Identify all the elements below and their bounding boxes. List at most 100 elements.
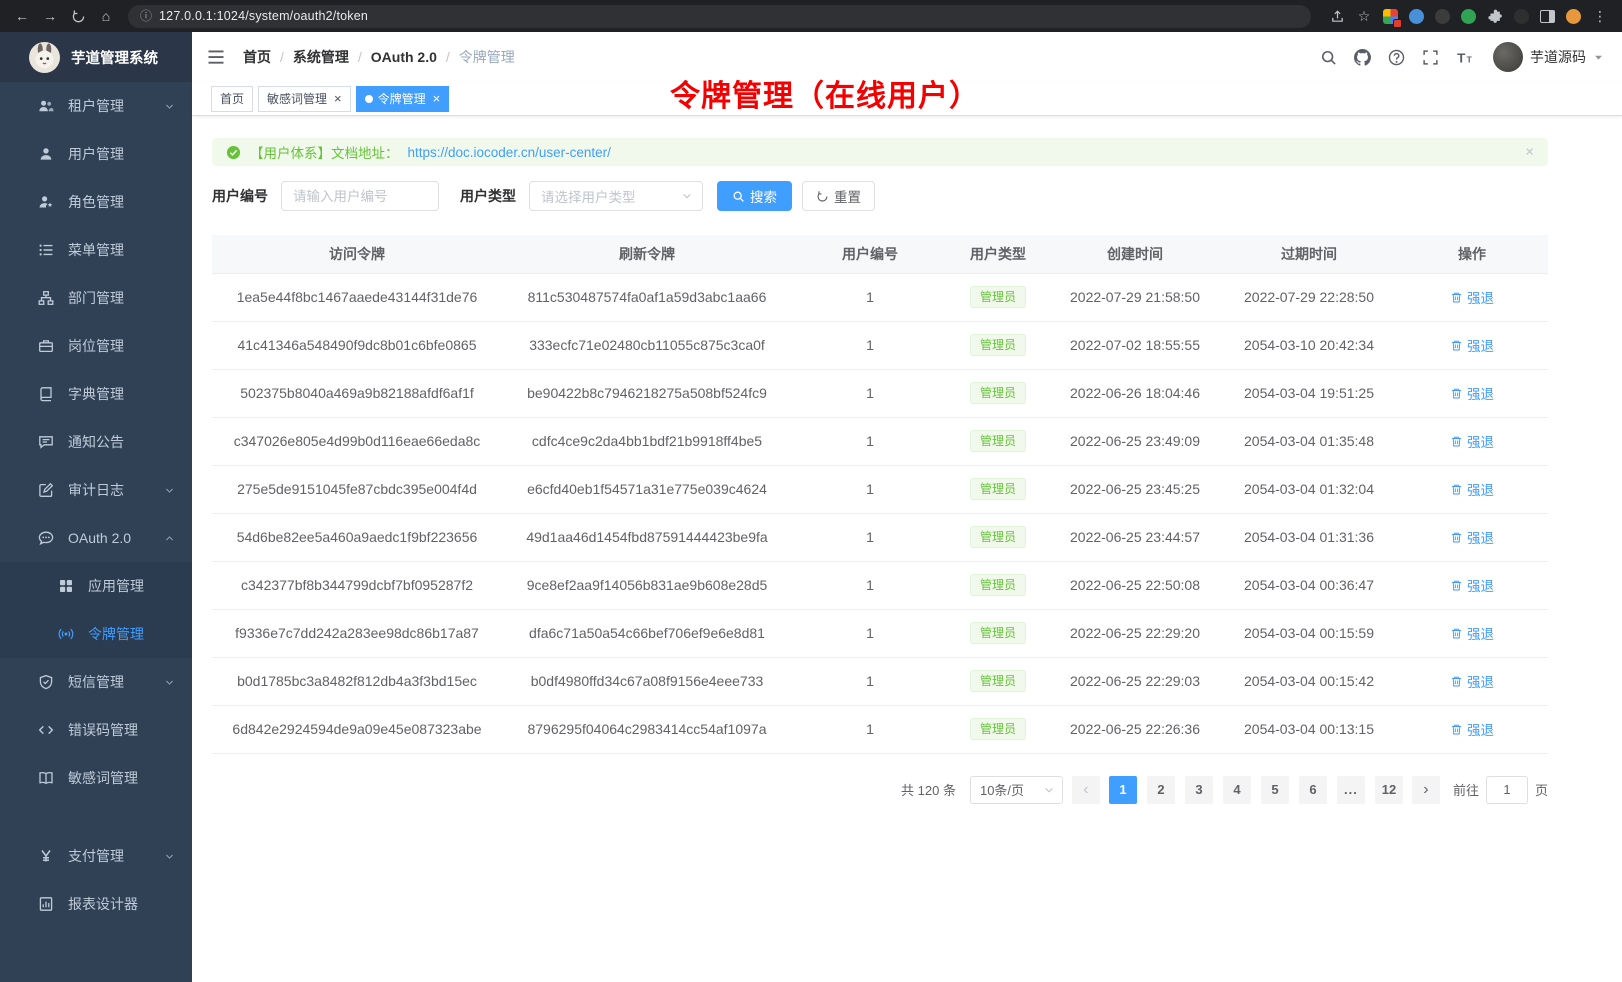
cell-refresh-token: b0df4980ffd34c67a08f9156e4eee733 <box>502 657 792 705</box>
extension-dark-icon[interactable] <box>1435 9 1450 24</box>
extensions-grid-icon[interactable] <box>1383 9 1398 24</box>
cell-access-token: f9336e7c7dd242a283ee98dc86b17a87 <box>212 609 502 657</box>
breadcrumb-item[interactable]: OAuth 2.0 <box>371 49 437 65</box>
force-logout-label: 强退 <box>1467 527 1494 547</box>
sidebar-item-dict[interactable]: 字典管理 <box>0 370 192 418</box>
user-type-badge: 管理员 <box>970 334 1026 356</box>
force-logout-button[interactable]: 强退 <box>1450 575 1494 595</box>
split-view-icon[interactable] <box>1540 10 1555 23</box>
force-logout-button[interactable]: 强退 <box>1450 623 1494 643</box>
page-button[interactable]: 2 <box>1147 776 1175 804</box>
browser-address-bar[interactable]: ⓘ 127.0.0.1:1024/system/oauth2/token <box>128 5 1311 28</box>
force-logout-button[interactable]: 强退 <box>1450 479 1494 499</box>
force-logout-button[interactable]: 强退 <box>1450 671 1494 691</box>
extension-blue-icon[interactable] <box>1409 9 1424 24</box>
delete-icon <box>1450 579 1463 592</box>
browser-menu-icon[interactable]: ⋮ <box>1592 8 1608 24</box>
goto-page-input[interactable] <box>1486 776 1528 804</box>
sidebar-item-app[interactable]: 应用管理 <box>0 562 192 610</box>
app-logo[interactable]: 芋道管理系统 <box>0 32 192 82</box>
force-logout-button[interactable]: 强退 <box>1450 287 1494 307</box>
browser-back-button[interactable]: ← <box>10 4 34 28</box>
sidebar-item-notice[interactable]: 通知公告 <box>0 418 192 466</box>
browser-profile-avatar[interactable] <box>1566 9 1581 24</box>
sidebar-item-report[interactable]: 报表设计器 <box>0 880 192 928</box>
page-button[interactable]: 3 <box>1185 776 1213 804</box>
page-button[interactable]: 1 <box>1109 776 1137 804</box>
user-type-select[interactable]: 请选择用户类型 <box>529 181 703 211</box>
caret-down-icon <box>1593 52 1604 63</box>
sidebar-item-post[interactable]: 岗位管理 <box>0 322 192 370</box>
force-logout-button[interactable]: 强退 <box>1450 431 1494 451</box>
extension-claw-icon[interactable] <box>1514 9 1529 24</box>
sidebar-item-menu[interactable]: 菜单管理 <box>0 226 192 274</box>
chevron-up-icon <box>164 533 175 544</box>
tab-item[interactable]: 首页 <box>211 86 253 112</box>
browser-forward-button[interactable]: → <box>38 4 62 28</box>
sidebar-item-dept[interactable]: 部门管理 <box>0 274 192 322</box>
site-info-icon[interactable]: ⓘ <box>140 10 152 22</box>
cell-user-id: 1 <box>792 609 948 657</box>
sidebar-toggle-button[interactable] <box>206 47 226 67</box>
sidebar-item-sms[interactable]: 短信管理 <box>0 658 192 706</box>
page-button[interactable]: 4 <box>1223 776 1251 804</box>
share-icon[interactable] <box>1329 8 1345 24</box>
breadcrumb-separator: / <box>358 49 362 65</box>
force-logout-label: 强退 <box>1467 431 1494 451</box>
page-ellipsis[interactable]: ... <box>1337 776 1365 804</box>
browser-home-button[interactable]: ⌂ <box>94 4 118 28</box>
breadcrumb-item[interactable]: 首页 <box>243 47 271 67</box>
search-icon[interactable] <box>1320 49 1337 66</box>
page-button[interactable]: 12 <box>1375 776 1403 804</box>
force-logout-label: 强退 <box>1467 719 1494 739</box>
page-button[interactable]: 6 <box>1299 776 1327 804</box>
sidebar-item-oauth[interactable]: OAuth 2.0 <box>0 514 192 562</box>
sidebar-item-log[interactable]: 审计日志 <box>0 466 192 514</box>
user-id-input[interactable] <box>281 181 439 211</box>
alert-doc-link[interactable]: https://doc.iocoder.cn/user-center/ <box>408 145 611 160</box>
cell-actions: 强退 <box>1396 417 1548 465</box>
user-type-badge: 管理员 <box>970 430 1026 452</box>
table-header-row: 访问令牌刷新令牌用户编号用户类型创建时间过期时间操作 <box>212 235 1548 273</box>
prev-page-button[interactable]: ‹ <box>1072 776 1100 804</box>
user-menu[interactable]: 芋道源码 <box>1493 42 1604 72</box>
github-icon[interactable] <box>1354 49 1371 66</box>
tab-item[interactable]: 敏感词管理× <box>258 86 351 112</box>
tab-label: 令牌管理 <box>378 90 426 107</box>
sidebar-item-tenant[interactable]: 租户管理 <box>0 82 192 130</box>
sidebar-item-errcode[interactable]: 错误码管理 <box>0 706 192 754</box>
bookmark-star-icon[interactable]: ☆ <box>1356 8 1372 24</box>
force-logout-button[interactable]: 强退 <box>1450 335 1494 355</box>
sidebar-item-pay[interactable]: 支付管理 <box>0 832 192 880</box>
tab-item[interactable]: 令牌管理 × <box>356 86 450 112</box>
pagination: 共 120 条 10条/页 ‹ 123456...12 › 前往 页 <box>212 776 1548 804</box>
cell-user-type: 管理员 <box>948 609 1048 657</box>
close-icon[interactable]: × <box>433 92 441 105</box>
chevron-down-icon <box>164 677 175 688</box>
font-size-icon[interactable]: TT <box>1456 49 1473 66</box>
sidebar-item-role[interactable]: 角色管理 <box>0 178 192 226</box>
reset-button[interactable]: 重置 <box>802 181 875 211</box>
browser-refresh-button[interactable] <box>66 4 90 28</box>
help-icon[interactable] <box>1388 49 1405 66</box>
force-logout-button[interactable]: 强退 <box>1450 383 1494 403</box>
force-logout-button[interactable]: 强退 <box>1450 527 1494 547</box>
sidebar-item-user[interactable]: 用户管理 <box>0 130 192 178</box>
cell-user-id: 1 <box>792 513 948 561</box>
page-size-select[interactable]: 10条/页 <box>970 776 1063 804</box>
alert-close-icon[interactable]: × <box>1525 144 1534 161</box>
search-button[interactable]: 搜索 <box>717 181 792 211</box>
column-header: 过期时间 <box>1222 235 1396 273</box>
force-logout-button[interactable]: 强退 <box>1450 719 1494 739</box>
extension-green-icon[interactable] <box>1461 9 1476 24</box>
sidebar-item-token[interactable]: 令牌管理 <box>0 610 192 658</box>
force-logout-label: 强退 <box>1467 623 1494 643</box>
page-button[interactable]: 5 <box>1261 776 1289 804</box>
sidebar-item-sensitive[interactable]: 敏感词管理 <box>0 754 192 802</box>
breadcrumb-item[interactable]: 系统管理 <box>293 47 349 67</box>
close-icon[interactable]: × <box>334 92 342 105</box>
fullscreen-icon[interactable] <box>1422 49 1439 66</box>
chevron-down-icon <box>164 851 175 862</box>
next-page-button[interactable]: › <box>1412 776 1440 804</box>
puzzle-icon[interactable] <box>1487 8 1503 24</box>
